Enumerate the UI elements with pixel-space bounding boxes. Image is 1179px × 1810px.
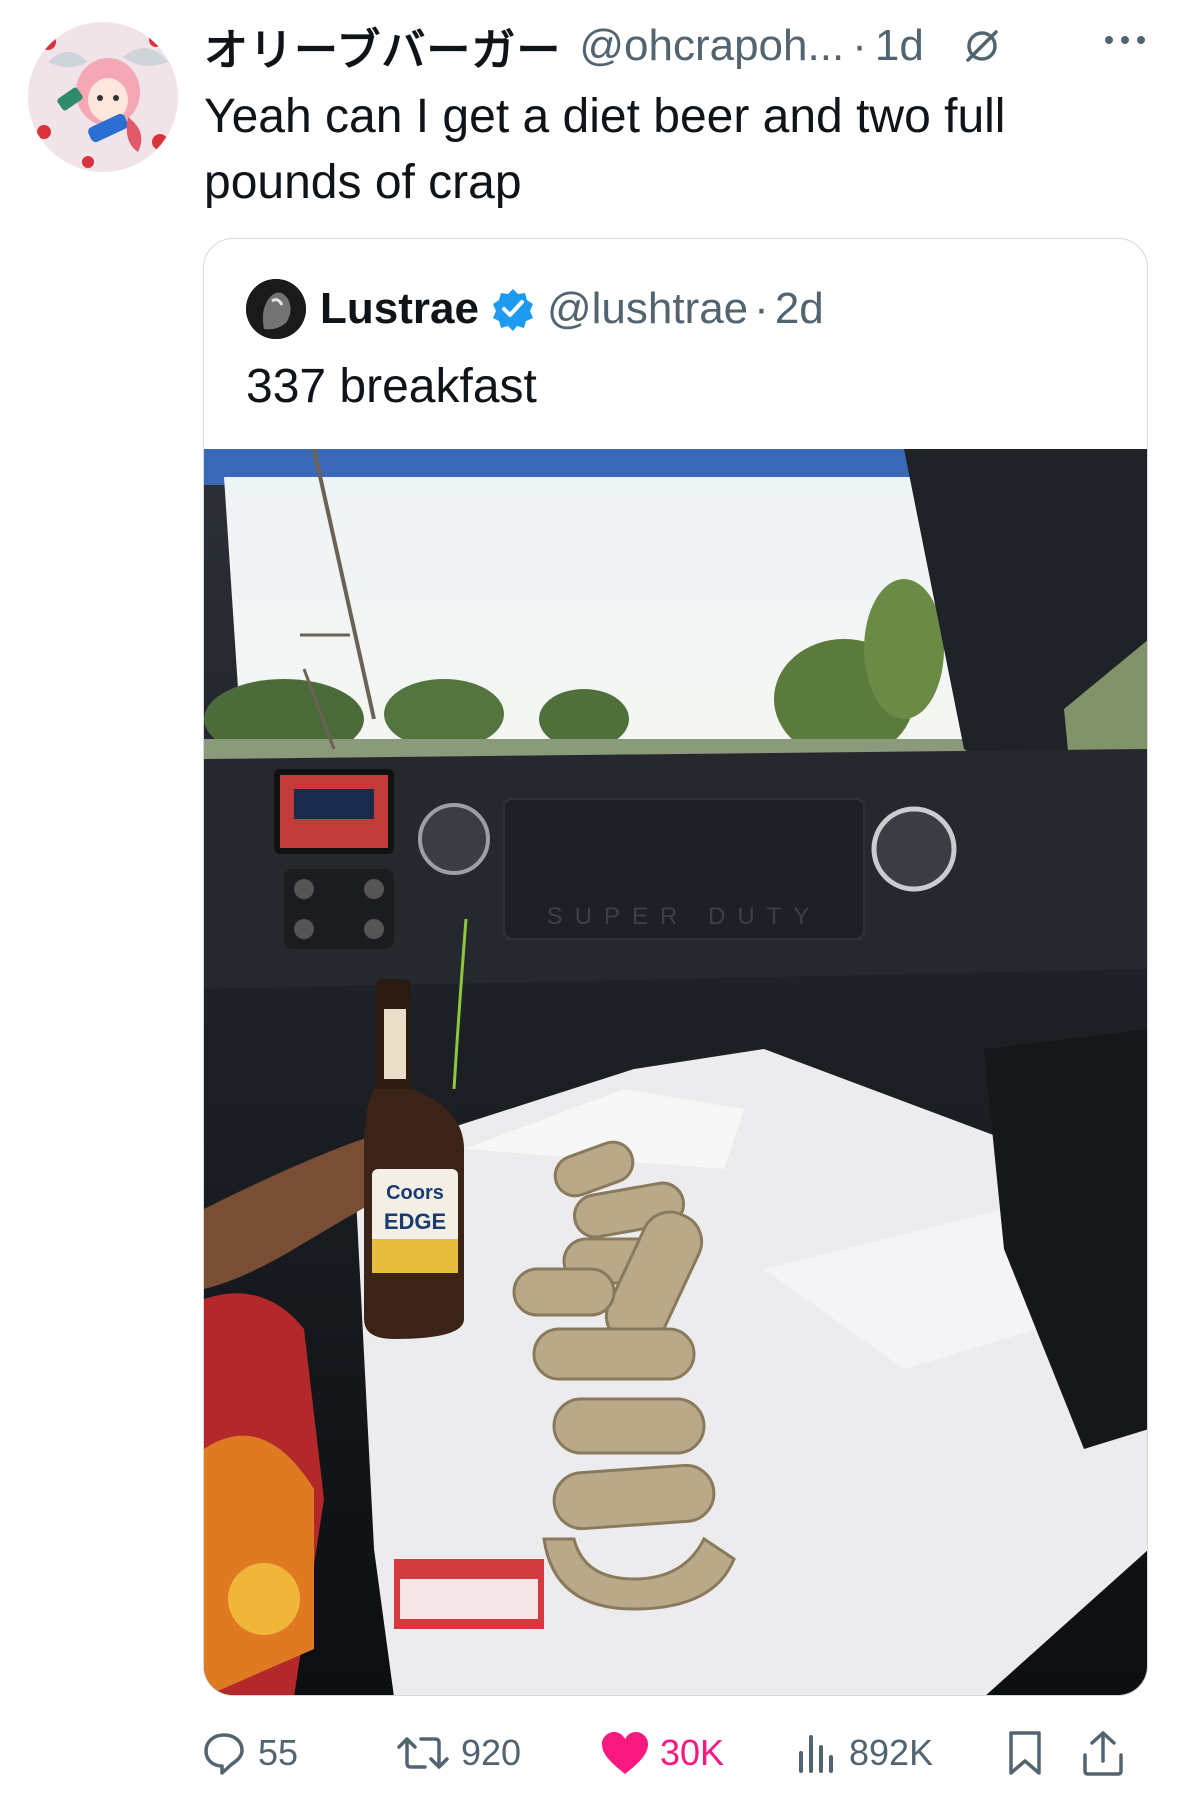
- separator-dot: ·: [852, 21, 867, 70]
- repost-button[interactable]: 920: [395, 1718, 521, 1788]
- bottle-edition-text: EDGE: [384, 1209, 446, 1234]
- reply-icon: [204, 1733, 244, 1775]
- views-count: 892K: [849, 1732, 934, 1773]
- mute-icon: [966, 30, 998, 62]
- heart-icon: [602, 1732, 648, 1774]
- quote-author-handle[interactable]: @lushtrae: [547, 284, 748, 334]
- bookmark-button[interactable]: [1005, 1718, 1055, 1788]
- quote-author-name[interactable]: Lustrae: [320, 284, 479, 334]
- verified-badge-icon: [492, 289, 533, 331]
- bottle-brand-text: Coors: [386, 1182, 444, 1204]
- reply-button[interactable]: 55: [200, 1718, 298, 1788]
- author-name[interactable]: オリーブバーガー: [204, 14, 561, 78]
- quote-avatar[interactable]: [246, 279, 306, 339]
- action-bar: 55 920 30K 892K: [200, 1718, 1160, 1788]
- views-icon: [799, 1735, 833, 1773]
- quote-avatar-image: [246, 279, 306, 339]
- bookmark-icon: [1009, 1731, 1041, 1775]
- quote-time[interactable]: 2d: [775, 284, 824, 334]
- tweet-time[interactable]: 1d: [875, 21, 924, 71]
- repost-count: 920: [461, 1732, 522, 1773]
- author-avatar[interactable]: [28, 22, 178, 172]
- quoted-tweet[interactable]: Lustrae @lushtrae · 2d 337 breakfast SUP…: [203, 238, 1148, 1696]
- author-handle[interactable]: @ohcrapoh...: [579, 21, 844, 71]
- views-button[interactable]: 892K: [795, 1718, 933, 1788]
- quote-separator-dot: ·: [754, 284, 769, 333]
- quote-photo[interactable]: SUPER DUTY Coors EDGE: [204, 449, 1148, 1696]
- anime-character-avatar: [28, 22, 178, 172]
- tweet-text: Yeah can I get a diet beer and two full …: [204, 90, 1006, 209]
- dash-brand-text: SUPER DUTY: [547, 903, 822, 930]
- like-button[interactable]: 30K: [600, 1718, 724, 1788]
- more-icon[interactable]: [1100, 22, 1150, 52]
- share-icon: [1083, 1731, 1123, 1776]
- like-count: 30K: [660, 1732, 725, 1773]
- reply-count: 55: [258, 1732, 299, 1773]
- tweet-header: オリーブバーガー @ohcrapoh... · 1d: [204, 18, 1154, 75]
- share-button[interactable]: [1080, 1718, 1136, 1788]
- repost-icon: [397, 1737, 449, 1769]
- quote-header: Lustrae @lushtrae · 2d: [246, 279, 824, 339]
- quote-text: 337 breakfast: [246, 360, 537, 413]
